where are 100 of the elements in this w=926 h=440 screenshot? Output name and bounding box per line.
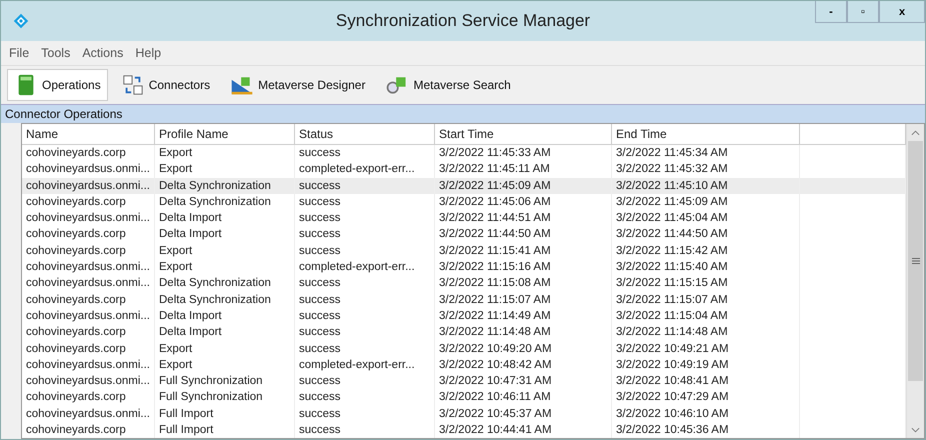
- table-cell: Delta Import: [155, 226, 295, 243]
- table-cell: success: [295, 226, 435, 243]
- table-cell: cohovineyardsus.onmi...: [22, 406, 155, 422]
- table-cell: completed-export-err...: [295, 356, 435, 374]
- table-cell: success: [295, 210, 435, 226]
- table-cell: success: [295, 242, 435, 260]
- column-header[interactable]: End Time: [612, 124, 800, 144]
- table-cell: 3/2/2022 10:49:21 AM: [612, 340, 800, 357]
- table-cell: Delta Synchronization: [155, 292, 295, 308]
- table-cell: 3/2/2022 10:45:36 AM: [612, 422, 800, 438]
- table-cell: 3/2/2022 11:44:51 AM: [435, 210, 612, 226]
- table-cell: 3/2/2022 11:14:49 AM: [435, 308, 612, 324]
- maximize-button[interactable]: ▫: [847, 1, 879, 23]
- table-cell: Export: [155, 340, 295, 357]
- table-cell: Delta Synchronization: [155, 194, 295, 210]
- table-cell: Delta Synchronization: [155, 178, 295, 194]
- table-cell: 3/2/2022 11:45:04 AM: [612, 210, 800, 226]
- table-cell: 3/2/2022 10:46:11 AM: [435, 389, 612, 406]
- table-cell: cohovineyards.corp: [22, 194, 155, 210]
- table-cell: 3/2/2022 11:15:40 AM: [612, 259, 800, 276]
- scrollbar[interactable]: [906, 124, 924, 438]
- table-cell: success: [295, 373, 435, 390]
- table-cell: Delta Synchronization: [155, 275, 295, 292]
- table-cell: 3/2/2022 11:15:04 AM: [612, 308, 800, 324]
- table-cell: cohovineyards.corp: [22, 242, 155, 260]
- table-cell: 3/2/2022 11:45:10 AM: [612, 178, 800, 194]
- table-cell: Export: [155, 356, 295, 374]
- toolbar-button[interactable]: Metaverse Designer: [223, 69, 372, 101]
- table-cell: Export: [155, 259, 295, 276]
- table-cell: Export: [155, 145, 295, 162]
- menu-item[interactable]: Tools: [41, 46, 70, 60]
- menu-item[interactable]: Help: [135, 46, 162, 60]
- column-header[interactable]: Status: [295, 124, 435, 144]
- table-cell: Full Synchronization: [155, 389, 295, 406]
- table-cell: cohovineyardsus.onmi...: [22, 275, 155, 292]
- menu-item[interactable]: File: [9, 46, 30, 60]
- table-cell: 3/2/2022 10:47:31 AM: [435, 373, 612, 390]
- table-cell: success: [295, 178, 435, 194]
- table-cell: 3/2/2022 10:44:41 AM: [435, 422, 612, 438]
- scroll-thumb[interactable]: [908, 141, 923, 381]
- table-cell: success: [295, 324, 435, 341]
- table-cell: Full Import: [155, 422, 295, 438]
- toolbar-button[interactable]: Operations: [7, 69, 108, 101]
- table-cell: 3/2/2022 10:49:20 AM: [435, 340, 612, 357]
- table-cell: completed-export-err...: [295, 259, 435, 276]
- table-cell: success: [295, 340, 435, 357]
- table-cell: cohovineyardsus.onmi...: [22, 259, 155, 276]
- table-cell: 3/2/2022 10:46:10 AM: [612, 406, 800, 422]
- table-cell: cohovineyardsus.onmi...: [22, 373, 155, 390]
- table-cell: 3/2/2022 11:45:09 AM: [435, 178, 612, 194]
- table-cell: Delta Import: [155, 308, 295, 324]
- table-cell: success: [295, 422, 435, 438]
- minimize-button[interactable]: -: [815, 1, 847, 23]
- toolbar-button[interactable]: Metaverse Search: [378, 69, 518, 101]
- table-cell: cohovineyardsus.onmi...: [22, 210, 155, 226]
- table-cell: 3/2/2022 11:15:42 AM: [612, 242, 800, 260]
- table-cell: cohovineyards.corp: [22, 292, 155, 308]
- table-cell: 3/2/2022 11:15:15 AM: [612, 275, 800, 292]
- table-cell: 3/2/2022 11:15:07 AM: [435, 292, 612, 308]
- table-cell: 3/2/2022 11:15:08 AM: [435, 275, 612, 292]
- table-cell: success: [295, 145, 435, 162]
- table-cell: cohovineyards.corp: [22, 226, 155, 243]
- table-cell: 3/2/2022 10:47:29 AM: [612, 389, 800, 406]
- table-cell: 3/2/2022 11:14:48 AM: [435, 324, 612, 341]
- table-cell: 3/2/2022 11:14:48 AM: [612, 324, 800, 341]
- table-cell: cohovineyards.corp: [22, 324, 155, 341]
- table-row[interactable]: cohovineyardsus.onmi... Delta Synchronization success 3/2/2022 11:45:09 AM 3/2/2022 11:45:10 AM: [22, 178, 906, 194]
- table-cell: 3/2/2022 10:49:19 AM: [612, 356, 800, 374]
- table-cell: cohovineyards.corp: [22, 389, 155, 406]
- close-button[interactable]: x: [879, 1, 925, 23]
- column-header[interactable]: Start Time: [435, 124, 612, 144]
- table-cell: cohovineyardsus.onmi...: [22, 356, 155, 374]
- table-cell: 3/2/2022 10:48:42 AM: [435, 356, 612, 374]
- table-cell: cohovineyardsus.onmi...: [22, 178, 155, 194]
- table-cell: 3/2/2022 11:45:34 AM: [612, 145, 800, 162]
- column-header[interactable]: Name: [22, 124, 155, 144]
- table-cell: 3/2/2022 11:45:09 AM: [612, 194, 800, 210]
- table-cell: 3/2/2022 11:45:06 AM: [435, 194, 612, 210]
- table-cell: Full Synchronization: [155, 373, 295, 390]
- column-header[interactable]: Profile Name: [155, 124, 295, 144]
- connectors-icon: [120, 74, 145, 96]
- table-cell: cohovineyards.corp: [22, 422, 155, 438]
- table-cell: 3/2/2022 10:45:37 AM: [435, 406, 612, 422]
- table-cell: success: [295, 308, 435, 324]
- table-cell: 3/2/2022 11:15:16 AM: [435, 259, 612, 276]
- table-cell: Full Import: [155, 406, 295, 422]
- table-cell: 3/2/2022 11:15:41 AM: [435, 242, 612, 260]
- toolbar-button[interactable]: Connectors: [114, 69, 218, 101]
- table-cell: Export: [155, 242, 295, 260]
- table-cell: success: [295, 292, 435, 308]
- table-cell: success: [295, 389, 435, 406]
- table-cell: success: [295, 275, 435, 292]
- table-cell: Delta Import: [155, 210, 295, 226]
- menu-item[interactable]: Actions: [82, 46, 124, 60]
- table-cell: 3/2/2022 11:15:07 AM: [612, 292, 800, 308]
- table-cell: cohovineyardsus.onmi...: [22, 308, 155, 324]
- section-header: Connector Operations: [1, 104, 925, 123]
- table-cell: 3/2/2022 10:48:41 AM: [612, 373, 800, 390]
- table-cell: 3/2/2022 11:44:50 AM: [435, 226, 612, 243]
- table-cell: 3/2/2022 11:44:50 AM: [612, 226, 800, 243]
